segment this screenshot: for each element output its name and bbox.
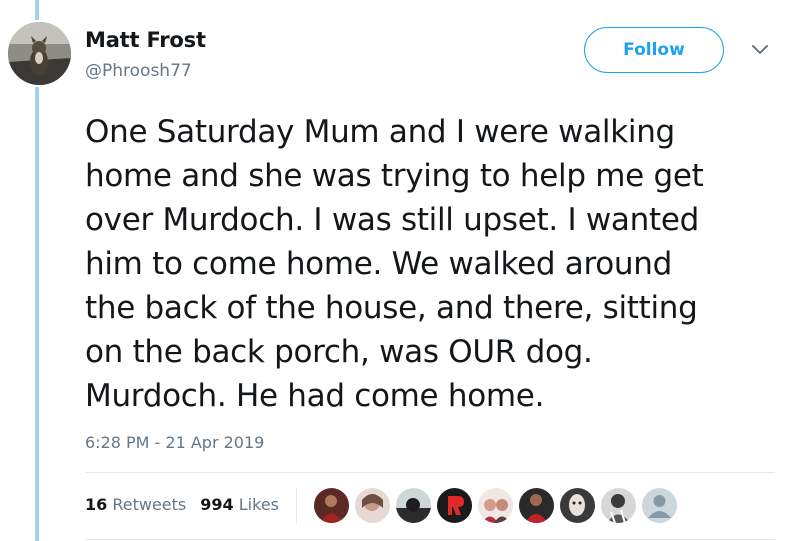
- likes-count: 994: [200, 495, 234, 514]
- liker-avatar[interactable]: [396, 488, 431, 523]
- author-avatar[interactable]: [6, 20, 73, 87]
- dog-photo-icon: [8, 22, 71, 85]
- liker-avatar[interactable]: [314, 488, 349, 523]
- likes-stat[interactable]: 994 Likes: [200, 495, 279, 514]
- liker-avatar[interactable]: [478, 488, 513, 523]
- tweet-line: home and she was trying to help me get: [85, 158, 704, 194]
- engagement-stats: 16 Retweets 994 Likes: [85, 495, 279, 514]
- tweet-line: the back of the house, and there, sittin…: [85, 290, 698, 326]
- follow-button[interactable]: Follow: [584, 27, 724, 73]
- retweets-count: 16: [85, 495, 108, 514]
- liker-avatar[interactable]: [642, 488, 677, 523]
- liker-avatars: [314, 488, 677, 524]
- liker-avatar[interactable]: [601, 488, 636, 523]
- tweet-line: on the back porch, was OUR dog.: [85, 334, 593, 370]
- retweets-label: Retweets: [112, 495, 187, 514]
- tweet-text: One Saturday Mum and I were walking home…: [85, 110, 790, 418]
- stats-top-divider: [85, 472, 775, 473]
- tweet-timestamp[interactable]: 6:28 PM - 21 Apr 2019: [85, 433, 264, 452]
- tweet-line: Murdoch. He had come home.: [85, 378, 545, 414]
- liker-avatar[interactable]: [560, 488, 595, 523]
- author-handle[interactable]: @Phroosh77: [85, 61, 192, 81]
- author-name[interactable]: Matt Frost: [85, 28, 206, 52]
- liker-avatar[interactable]: [355, 488, 390, 523]
- likes-label: Likes: [238, 495, 279, 514]
- chevron-down-icon[interactable]: [751, 43, 769, 57]
- tweet-line: him to come home. We walked around: [85, 246, 672, 282]
- stats-bottom-divider: [85, 539, 775, 540]
- tweet-line: over Murdoch. I was still upset. I wante…: [85, 202, 699, 238]
- retweets-stat[interactable]: 16 Retweets: [85, 495, 186, 514]
- stats-separator: [296, 488, 297, 524]
- liker-avatar[interactable]: [519, 488, 554, 523]
- tweet-line: One Saturday Mum and I were walking: [85, 114, 675, 150]
- liker-avatar[interactable]: [437, 488, 472, 523]
